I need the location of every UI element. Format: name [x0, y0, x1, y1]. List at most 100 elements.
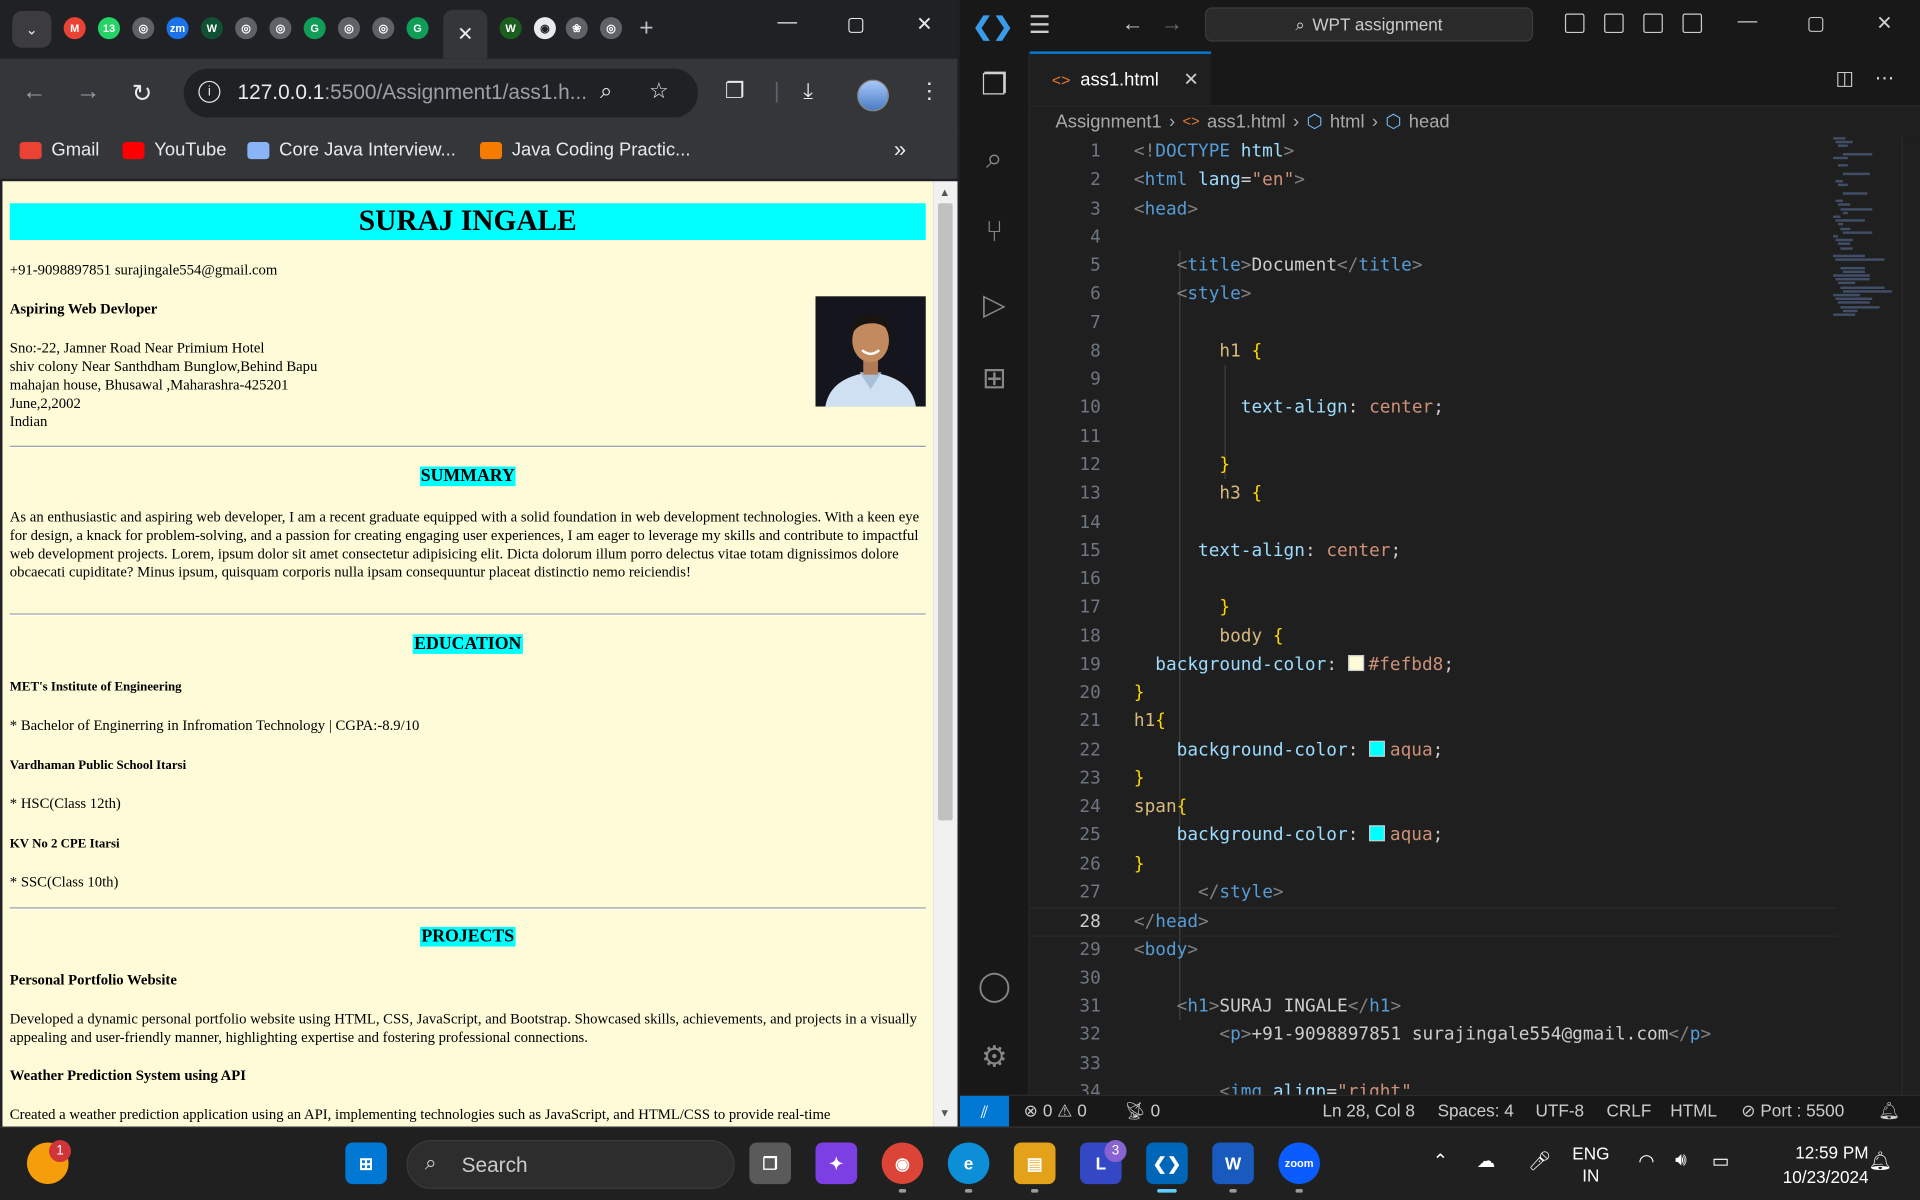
- tab-globe-icon[interactable]: ◎: [372, 17, 395, 40]
- code-line[interactable]: 32 <p>+91-9098897851 surajingale554@gmai…: [1030, 1022, 1838, 1050]
- tab-gmail-icon[interactable]: M: [63, 17, 86, 40]
- source-control-icon[interactable]: ⑂: [977, 216, 1011, 250]
- go-forward-arrow-icon[interactable]: →: [1161, 11, 1183, 37]
- color-swatch[interactable]: [1369, 740, 1386, 757]
- cursor-position[interactable]: Ln 28, Col 8: [1322, 1101, 1414, 1121]
- show-hidden-icons-chevron-icon[interactable]: ⌃: [1433, 1150, 1448, 1172]
- ports-indicator[interactable]: 📡︎ 0: [1124, 1101, 1160, 1122]
- code-line[interactable]: 26}: [1030, 851, 1838, 879]
- tab-gfg-icon[interactable]: G: [406, 17, 429, 40]
- line-ending[interactable]: CRLF: [1607, 1101, 1652, 1121]
- address-bar[interactable]: i 127.0.0.1:5500/Assignment1/ass1.h... ⌕…: [183, 68, 698, 118]
- active-tab-close-icon[interactable]: ✕: [443, 9, 488, 59]
- toggle-panel-icon[interactable]: [1604, 13, 1624, 34]
- code-line[interactable]: 3 <head>: [1030, 195, 1838, 223]
- zoom-icon[interactable]: zoom: [1278, 1142, 1321, 1185]
- notifications-bell-icon[interactable]: 🔔︎: [1878, 1101, 1900, 1122]
- battery-icon[interactable]: ▭: [1712, 1150, 1729, 1172]
- code-line[interactable]: 7: [1030, 309, 1838, 337]
- code-line[interactable]: 23}: [1030, 765, 1838, 793]
- taskbar-search[interactable]: ⌕ Search: [406, 1140, 735, 1189]
- tab-globe-icon[interactable]: ◎: [600, 17, 623, 40]
- toggle-sidebar-icon[interactable]: [1564, 13, 1585, 34]
- search-icon[interactable]: ⌕: [977, 142, 1011, 176]
- minimize-icon[interactable]: —: [769, 12, 806, 34]
- profile-avatar[interactable]: [857, 79, 889, 112]
- code-line[interactable]: 27 </style>: [1030, 879, 1838, 907]
- extensions-icon[interactable]: ❐: [725, 78, 745, 104]
- code-line[interactable]: 15 text-align: center;: [1030, 537, 1838, 565]
- minimap[interactable]: [1828, 137, 1901, 333]
- bookmark-item[interactable]: YouTube: [122, 140, 226, 160]
- copilot-icon[interactable]: ✦: [815, 1142, 858, 1185]
- start-windows-icon[interactable]: ⊞: [345, 1142, 387, 1185]
- code-line[interactable]: 22 background-color: aqua;: [1030, 737, 1838, 765]
- run-debug-icon[interactable]: ▷: [977, 289, 1011, 323]
- toggle-secondary-sidebar-icon[interactable]: [1643, 13, 1663, 34]
- vscode-taskbar-icon[interactable]: ❮❯: [1146, 1142, 1188, 1185]
- new-tab-plus-icon[interactable]: +: [639, 15, 653, 43]
- onedrive-cloud-icon[interactable]: ☁: [1477, 1150, 1495, 1172]
- code-line[interactable]: 19 background-color: #fefbd8;: [1030, 651, 1838, 679]
- code-line[interactable]: 25 background-color: aqua;: [1030, 822, 1838, 850]
- clock[interactable]: 12:59 PM 10/23/2024: [1751, 1140, 1869, 1189]
- code-line[interactable]: 11: [1030, 423, 1838, 451]
- breadcrumb-element[interactable]: html: [1330, 111, 1365, 132]
- task-view-icon[interactable]: ❐: [749, 1142, 792, 1185]
- code-line[interactable]: 8 h1 {: [1030, 338, 1838, 366]
- tab-openai-icon[interactable]: ❀: [565, 17, 588, 40]
- tab-site-icon[interactable]: W: [200, 17, 223, 40]
- close-icon[interactable]: ✕: [1866, 11, 1903, 35]
- tab-zoom-icon[interactable]: zm: [166, 17, 189, 40]
- file-explorer-icon[interactable]: ▤: [1013, 1142, 1056, 1185]
- bookmark-item[interactable]: Core Java Interview...: [247, 140, 456, 160]
- remote-indicator-icon[interactable]: ⫽: [960, 1095, 1009, 1127]
- code-line[interactable]: 1 <!DOCTYPE html>: [1030, 138, 1838, 166]
- bookmark-item[interactable]: Java Coding Practic...: [480, 140, 691, 160]
- download-icon[interactable]: ⤓: [803, 78, 813, 104]
- code-line[interactable]: 12 }: [1030, 452, 1838, 480]
- site-info-icon[interactable]: i: [198, 80, 221, 103]
- indentation[interactable]: Spaces: 4: [1438, 1101, 1514, 1121]
- hamburger-menu-icon[interactable]: ☰: [1029, 10, 1051, 41]
- scroll-up-arrow-icon[interactable]: ▲: [939, 186, 950, 198]
- tab-globe-icon[interactable]: ◎: [337, 17, 361, 40]
- more-bookmarks-chevron-icon[interactable]: »: [894, 137, 906, 163]
- explorer-icon[interactable]: ❐: [977, 69, 1011, 103]
- code-line[interactable]: 9: [1030, 366, 1838, 394]
- scroll-thumb[interactable]: [937, 203, 953, 821]
- live-server-port[interactable]: ⊘ Port : 5500: [1741, 1101, 1844, 1122]
- reload-icon[interactable]: ↻: [127, 78, 156, 109]
- page-scrollbar[interactable]: ▲ ▼: [933, 181, 958, 1127]
- code-line[interactable]: 24 span{: [1030, 794, 1838, 822]
- tab-gfg-icon[interactable]: G: [303, 17, 326, 40]
- color-swatch[interactable]: [1347, 654, 1364, 671]
- code-line[interactable]: 29 <body>: [1030, 936, 1838, 964]
- code-line[interactable]: 18 body {: [1030, 623, 1838, 651]
- back-arrow-icon[interactable]: ←: [20, 78, 49, 106]
- encoding[interactable]: UTF-8: [1536, 1101, 1585, 1121]
- forward-arrow-icon[interactable]: →: [73, 78, 102, 106]
- microphone-icon[interactable]: 🎤︎: [1528, 1150, 1551, 1172]
- command-center[interactable]: ⌕ WPT assignment: [1204, 7, 1534, 42]
- bookmark-star-icon[interactable]: ☆: [649, 78, 669, 104]
- accounts-icon[interactable]: ◯: [977, 970, 1011, 1004]
- more-actions-icon[interactable]: ⋯: [1875, 66, 1895, 90]
- code-line[interactable]: 17 }: [1030, 594, 1838, 622]
- tab-whatsapp-icon[interactable]: 13: [97, 17, 121, 40]
- word-icon[interactable]: W: [1212, 1142, 1254, 1185]
- volume-icon[interactable]: 🔊︎: [1675, 1150, 1687, 1171]
- code-line[interactable]: 13 h3 {: [1030, 480, 1838, 508]
- extensions-icon[interactable]: ⊞: [977, 362, 1011, 396]
- problems-indicator[interactable]: ⊗ 0 ⚠ 0: [1024, 1101, 1087, 1122]
- language-mode[interactable]: HTML: [1670, 1101, 1717, 1121]
- more-menu-icon[interactable]: ⋮: [918, 78, 940, 104]
- code-line[interactable]: 5 <title>Document</title>: [1030, 252, 1838, 280]
- tab-chrome-icon[interactable]: ◉: [533, 17, 556, 40]
- breadcrumb-folder[interactable]: Assignment1: [1056, 111, 1162, 132]
- tab-w3-icon[interactable]: W: [499, 17, 522, 40]
- maximize-icon[interactable]: ▢: [838, 12, 875, 36]
- code-editor[interactable]: 1 <!DOCTYPE html> 2 <html lang="en"> 3 <head>…: [1029, 137, 1838, 1095]
- scroll-down-arrow-icon[interactable]: ▼: [939, 1107, 950, 1119]
- code-line[interactable]: 14: [1030, 509, 1838, 537]
